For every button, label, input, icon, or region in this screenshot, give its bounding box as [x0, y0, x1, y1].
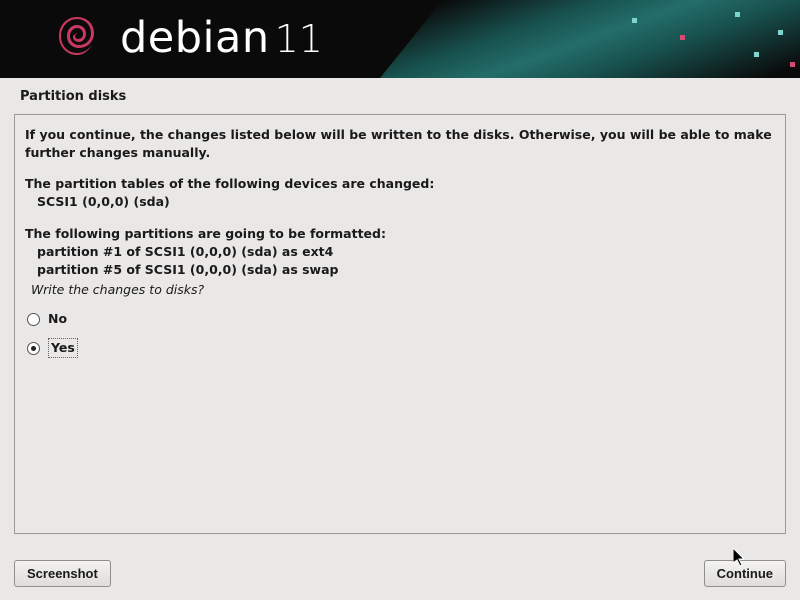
continue-button[interactable]: Continue	[704, 560, 786, 587]
radio-no-label: No	[48, 310, 67, 328]
radio-no-icon	[27, 313, 40, 326]
tables-heading: The partition tables of the following de…	[25, 175, 775, 193]
warning-text: If you continue, the changes listed belo…	[25, 126, 775, 162]
debian-swirl-icon	[52, 13, 102, 63]
page-title: Partition disks	[0, 78, 800, 114]
logo-container: debian11	[52, 13, 323, 63]
radio-yes-label: Yes	[48, 338, 78, 358]
radio-option-yes[interactable]: Yes	[25, 333, 775, 363]
header-decoration	[600, 0, 800, 78]
screenshot-button[interactable]: Screenshot	[14, 560, 111, 587]
format-heading: The following partitions are going to be…	[25, 225, 775, 243]
format-entry-1: partition #1 of SCSI1 (0,0,0) (sda) as e…	[25, 243, 775, 261]
radio-option-no[interactable]: No	[25, 305, 775, 333]
tables-entry: SCSI1 (0,0,0) (sda)	[25, 193, 775, 211]
format-entry-2: partition #5 of SCSI1 (0,0,0) (sda) as s…	[25, 261, 775, 279]
installer-header: debian11	[0, 0, 800, 78]
prompt-text: Write the changes to disks?	[25, 281, 775, 299]
footer: Screenshot Continue	[0, 547, 800, 600]
radio-yes-icon	[27, 342, 40, 355]
brand-name: debian11	[120, 13, 323, 63]
content-panel: If you continue, the changes listed belo…	[14, 114, 786, 534]
